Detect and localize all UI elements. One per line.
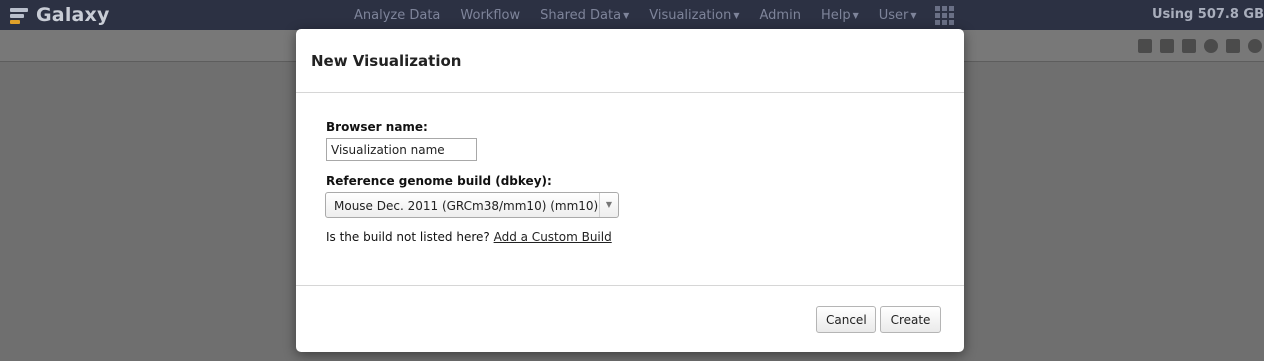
dialog-header: New Visualization bbox=[296, 29, 964, 93]
nav-shared-data[interactable]: Shared Data ▼ bbox=[530, 8, 639, 23]
nav-label: Analyze Data bbox=[354, 7, 441, 23]
nav-workflow[interactable]: Workflow bbox=[450, 8, 530, 23]
dialog-footer: Cancel Create bbox=[296, 285, 964, 353]
caret-down-icon: ▼ bbox=[852, 10, 859, 20]
brand-title: Galaxy bbox=[36, 4, 110, 26]
main-nav: Analyze Data Workflow Shared Data ▼ Visua… bbox=[344, 0, 954, 30]
globe-icon[interactable] bbox=[1204, 39, 1218, 53]
nav-label: Help bbox=[820, 7, 851, 23]
dbkey-select[interactable]: Mouse Dec. 2011 (GRCm38/mm10) (mm10) ▼ bbox=[325, 192, 619, 218]
add-icon[interactable] bbox=[1138, 39, 1152, 53]
save-icon[interactable] bbox=[1226, 39, 1240, 53]
chevron-down-icon[interactable]: ▼ bbox=[599, 193, 618, 217]
custom-build-help: Is the build not listed here? Add a Cust… bbox=[326, 230, 612, 244]
nav-analyze-data[interactable]: Analyze Data bbox=[344, 8, 450, 23]
nav-admin[interactable]: Admin bbox=[750, 8, 811, 23]
quota-meter: Using 507.8 GB bbox=[1151, 7, 1264, 22]
browser-name-label: Browser name: bbox=[326, 120, 428, 134]
close-circle-icon[interactable] bbox=[1248, 39, 1262, 53]
caret-down-icon: ▼ bbox=[623, 10, 630, 20]
nav-label: Shared Data bbox=[540, 7, 622, 23]
dbkey-label: Reference genome build (dbkey): bbox=[326, 174, 552, 188]
custom-build-help-text: Is the build not listed here? bbox=[326, 230, 490, 244]
nav-label: Workflow bbox=[460, 7, 521, 23]
nav-label: Admin bbox=[759, 7, 801, 23]
caret-down-icon: ▼ bbox=[910, 10, 917, 20]
copy-icon[interactable] bbox=[1160, 39, 1174, 53]
galaxy-logo-icon bbox=[10, 5, 30, 25]
dbkey-selected-value: Mouse Dec. 2011 (GRCm38/mm10) (mm10) bbox=[334, 199, 599, 213]
create-button[interactable]: Create bbox=[880, 306, 941, 333]
nav-user[interactable]: User ▼ bbox=[869, 8, 927, 23]
nav-label: Visualization bbox=[649, 7, 732, 23]
add-custom-build-link[interactable]: Add a Custom Build bbox=[494, 230, 612, 244]
caret-down-icon: ▼ bbox=[733, 10, 740, 20]
browser-name-input[interactable] bbox=[326, 138, 477, 161]
dialog-body: Browser name: Reference genome build (db… bbox=[296, 93, 964, 285]
apps-grid-icon[interactable] bbox=[934, 5, 954, 25]
tag-icon[interactable] bbox=[1182, 39, 1196, 53]
brand[interactable]: Galaxy bbox=[10, 2, 110, 28]
new-visualization-dialog: New Visualization Browser name: Referenc… bbox=[296, 29, 964, 352]
nav-visualization[interactable]: Visualization ▼ bbox=[639, 8, 749, 23]
masthead: Galaxy Analyze Data Workflow Shared Data… bbox=[0, 0, 1264, 30]
cancel-button[interactable]: Cancel bbox=[816, 306, 876, 333]
nav-help[interactable]: Help ▼ bbox=[811, 8, 869, 23]
dialog-title: New Visualization bbox=[311, 52, 462, 70]
nav-label: User bbox=[878, 7, 909, 23]
toolbar-icons bbox=[1138, 39, 1262, 53]
